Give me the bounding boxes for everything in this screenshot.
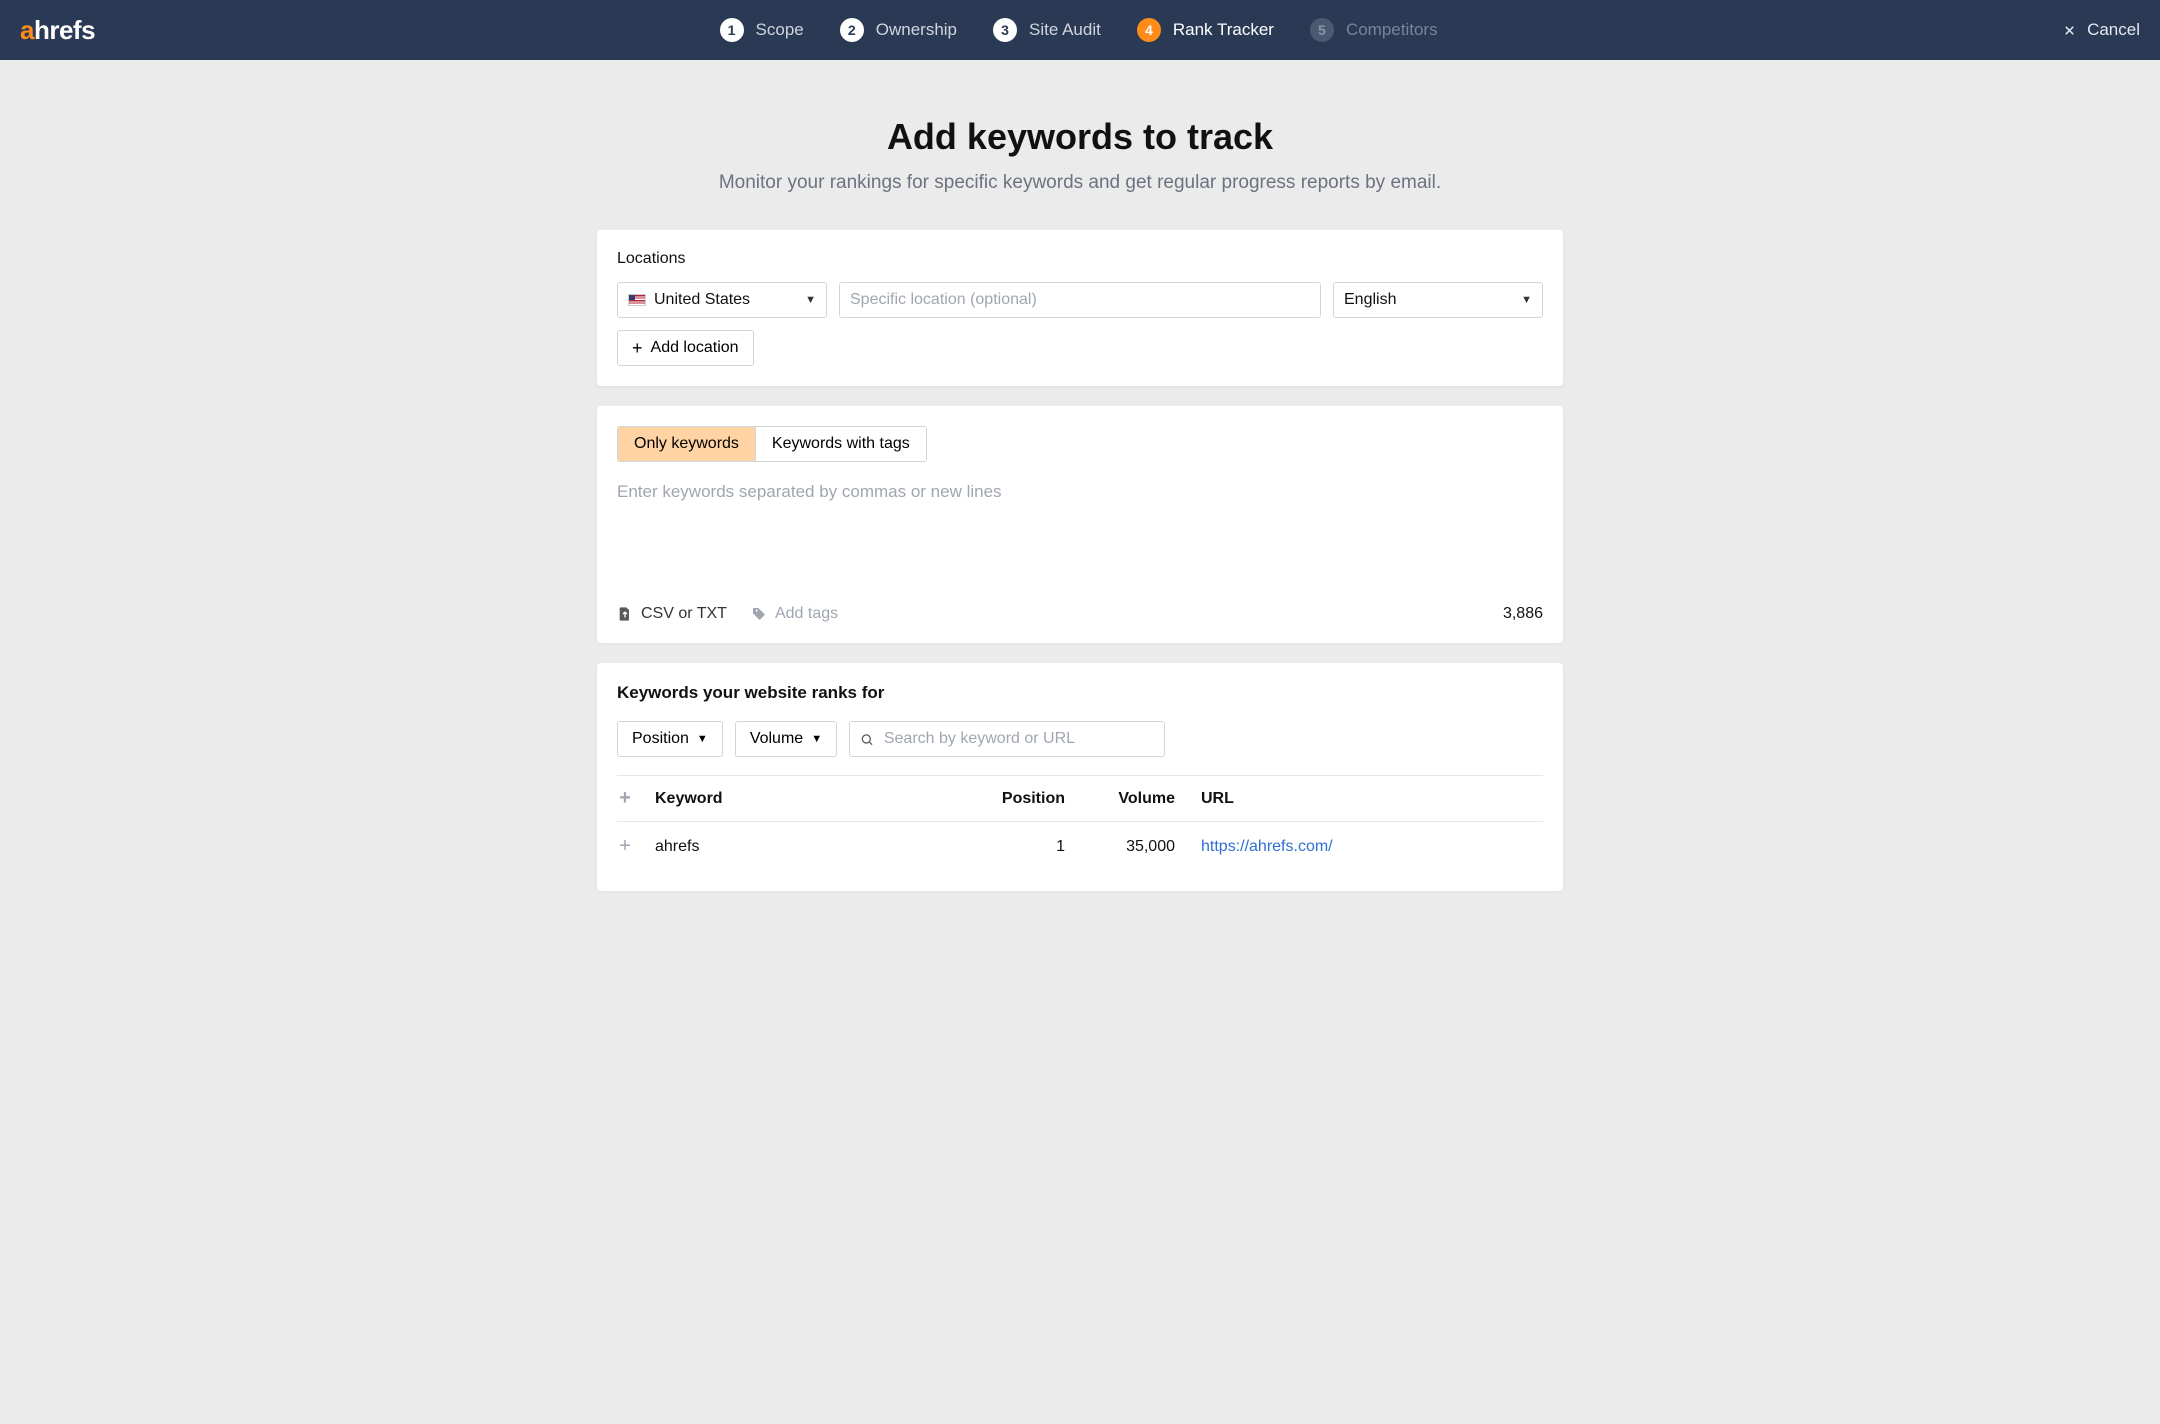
country-select[interactable]: United States ▼ (617, 282, 827, 318)
specific-location-input[interactable] (839, 282, 1321, 318)
tab-keywords-with-tags[interactable]: Keywords with tags (755, 427, 926, 461)
step-competitors: 5 Competitors (1310, 18, 1438, 42)
step-number: 4 (1137, 18, 1161, 42)
step-label: Scope (756, 20, 804, 40)
col-position: Position (963, 776, 1073, 822)
keyword-search-input[interactable] (884, 730, 1154, 748)
step-label: Site Audit (1029, 20, 1101, 40)
caret-down-icon: ▼ (697, 733, 708, 745)
col-volume: Volume (1073, 776, 1183, 822)
cell-keyword: ahrefs (647, 822, 963, 872)
wizard-steps: 1 Scope 2 Ownership 3 Site Audit 4 Rank … (720, 18, 1438, 42)
plus-icon: + (617, 788, 633, 808)
step-number: 5 (1310, 18, 1334, 42)
caret-down-icon: ▼ (805, 294, 816, 306)
ranks-card: Keywords your website ranks for Position… (597, 663, 1563, 891)
cancel-label: Cancel (2087, 20, 2140, 40)
volume-filter[interactable]: Volume ▼ (735, 721, 837, 757)
locations-label: Locations (617, 250, 1543, 268)
add-tags-label: Add tags (775, 605, 838, 623)
location-row: United States ▼ English ▼ (617, 282, 1543, 318)
step-number: 1 (720, 18, 744, 42)
position-filter-label: Position (632, 730, 689, 748)
volume-filter-label: Volume (750, 730, 803, 748)
add-tags-button[interactable]: Add tags (751, 605, 838, 623)
country-selected: United States (654, 291, 750, 309)
ranks-title: Keywords your website ranks for (617, 683, 1543, 703)
keywords-footer: CSV or TXT Add tags 3,886 (617, 605, 1543, 623)
top-nav: ahrefs 1 Scope 2 Ownership 3 Site Audit … (0, 0, 2160, 60)
upload-icon (617, 606, 633, 622)
cell-url-link[interactable]: https://ahrefs.com/ (1201, 838, 1333, 855)
tab-only-keywords[interactable]: Only keywords (618, 427, 755, 461)
add-location-button[interactable]: + Add location (617, 330, 754, 366)
language-select[interactable]: English ▼ (1333, 282, 1543, 318)
add-all-header[interactable]: + (617, 776, 647, 822)
upload-label: CSV or TXT (641, 605, 727, 623)
caret-down-icon: ▼ (1521, 294, 1532, 306)
cell-volume: 35,000 (1073, 822, 1183, 872)
ranks-table: + Keyword Position Volume URL + ahrefs 1… (617, 775, 1543, 871)
position-filter[interactable]: Position ▼ (617, 721, 723, 757)
keyword-search[interactable] (849, 721, 1165, 757)
col-keyword: Keyword (647, 776, 963, 822)
locations-card: Locations United States ▼ English ▼ + Ad… (597, 230, 1563, 386)
logo: ahrefs (20, 15, 95, 46)
keywords-remaining: 3,886 (1503, 605, 1543, 623)
page-content: Add keywords to track Monitor your ranki… (597, 60, 1563, 931)
upload-file-button[interactable]: CSV or TXT (617, 605, 727, 623)
caret-down-icon: ▼ (811, 733, 822, 745)
step-number: 2 (840, 18, 864, 42)
close-icon (2062, 23, 2077, 38)
page-subtitle: Monitor your rankings for specific keywo… (597, 172, 1563, 194)
language-selected: English (1344, 291, 1396, 309)
step-label: Rank Tracker (1173, 20, 1274, 40)
logo-accent: a (20, 15, 34, 45)
step-label: Competitors (1346, 20, 1438, 40)
step-number: 3 (993, 18, 1017, 42)
search-icon (860, 732, 874, 747)
plus-icon: + (632, 339, 643, 357)
tag-icon (751, 606, 767, 622)
keywords-tabs: Only keywords Keywords with tags (617, 426, 927, 462)
logo-rest: hrefs (34, 15, 95, 45)
table-row: + ahrefs 1 35,000 https://ahrefs.com/ (617, 822, 1543, 872)
step-ownership[interactable]: 2 Ownership (840, 18, 957, 42)
step-label: Ownership (876, 20, 957, 40)
step-rank-tracker[interactable]: 4 Rank Tracker (1137, 18, 1274, 42)
step-scope[interactable]: 1 Scope (720, 18, 804, 42)
ranks-filters: Position ▼ Volume ▼ (617, 721, 1543, 757)
cell-position: 1 (963, 822, 1073, 872)
flag-icon (628, 294, 646, 306)
page-title: Add keywords to track (597, 116, 1563, 158)
step-site-audit[interactable]: 3 Site Audit (993, 18, 1101, 42)
cancel-button[interactable]: Cancel (2062, 20, 2140, 40)
keywords-textarea[interactable] (617, 482, 1543, 592)
keywords-card: Only keywords Keywords with tags CSV or … (597, 406, 1563, 643)
add-keyword-button[interactable]: + (617, 836, 633, 856)
add-location-label: Add location (651, 339, 739, 357)
col-url: URL (1183, 776, 1543, 822)
